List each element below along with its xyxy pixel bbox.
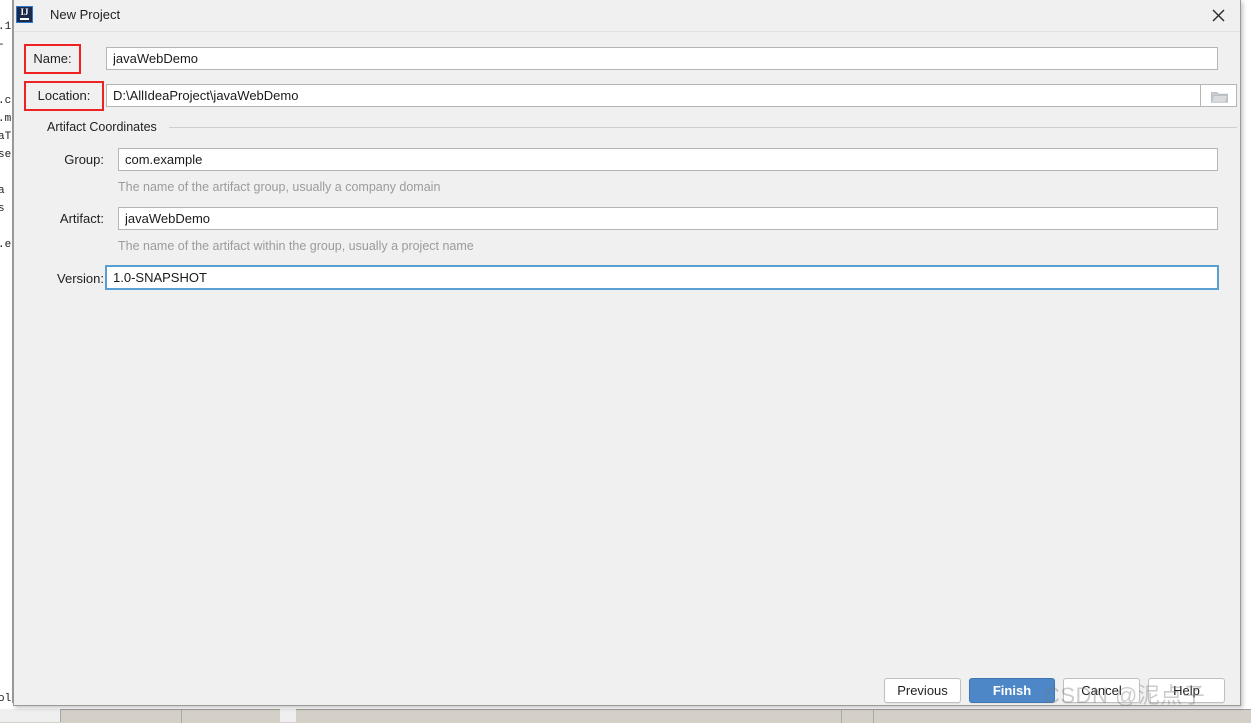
group-input[interactable] [118,148,1218,171]
background-text-fragment: se [0,149,12,161]
background-text-fragment: .e [0,239,12,251]
artifact-label: Artifact: [59,211,104,226]
background-status-bar-left-segment [0,709,61,722]
background-text-fragment: aT [0,131,12,143]
dialog-title-bar: IJ New Project [14,0,1240,32]
background-text-fragment: .c [0,95,12,107]
finish-button[interactable]: Finish [969,678,1055,703]
intellij-idea-icon: IJ [16,6,33,23]
location-label: Location: [37,88,91,103]
close-glyph [1212,9,1225,22]
artifact-input[interactable] [118,207,1218,230]
dialog-title: New Project [50,7,121,22]
background-status-bar [0,709,1251,723]
new-project-dialog: IJ New Project Name: Location: Artifact … [13,0,1241,706]
artifact-coordinates-group-title: Artifact Coordinates [47,120,163,134]
group-hint: The name of the artifact group, usually … [118,180,441,194]
group-label: Group: [64,152,104,167]
background-text-fragment: .1 [0,21,12,33]
background-text-fragment: a [0,185,5,197]
location-input[interactable] [106,84,1201,107]
previous-button[interactable]: Previous [884,678,961,703]
cancel-button[interactable]: Cancel [1063,678,1140,703]
version-label: Version: [57,271,104,286]
artifact-hint: The name of the artifact within the grou… [118,239,474,253]
folder-icon [1211,92,1228,103]
help-button[interactable]: Help [1148,678,1225,703]
background-text-fragment: .m [0,113,12,125]
group-separator-line [169,127,1237,128]
version-input[interactable] [105,265,1219,290]
name-label: Name: [33,51,72,66]
name-input[interactable] [106,47,1218,70]
background-text-fragment: - [0,36,5,54]
background-text-fragment: ol [0,693,12,703]
background-text-fragment: s [0,203,5,215]
close-icon[interactable] [1201,2,1235,29]
location-browse-button[interactable] [1200,84,1237,107]
background-status-bar-mid-segment [280,709,296,722]
background-editor-text-strip: .1 - .c .m aT se as .e ol [0,0,12,703]
